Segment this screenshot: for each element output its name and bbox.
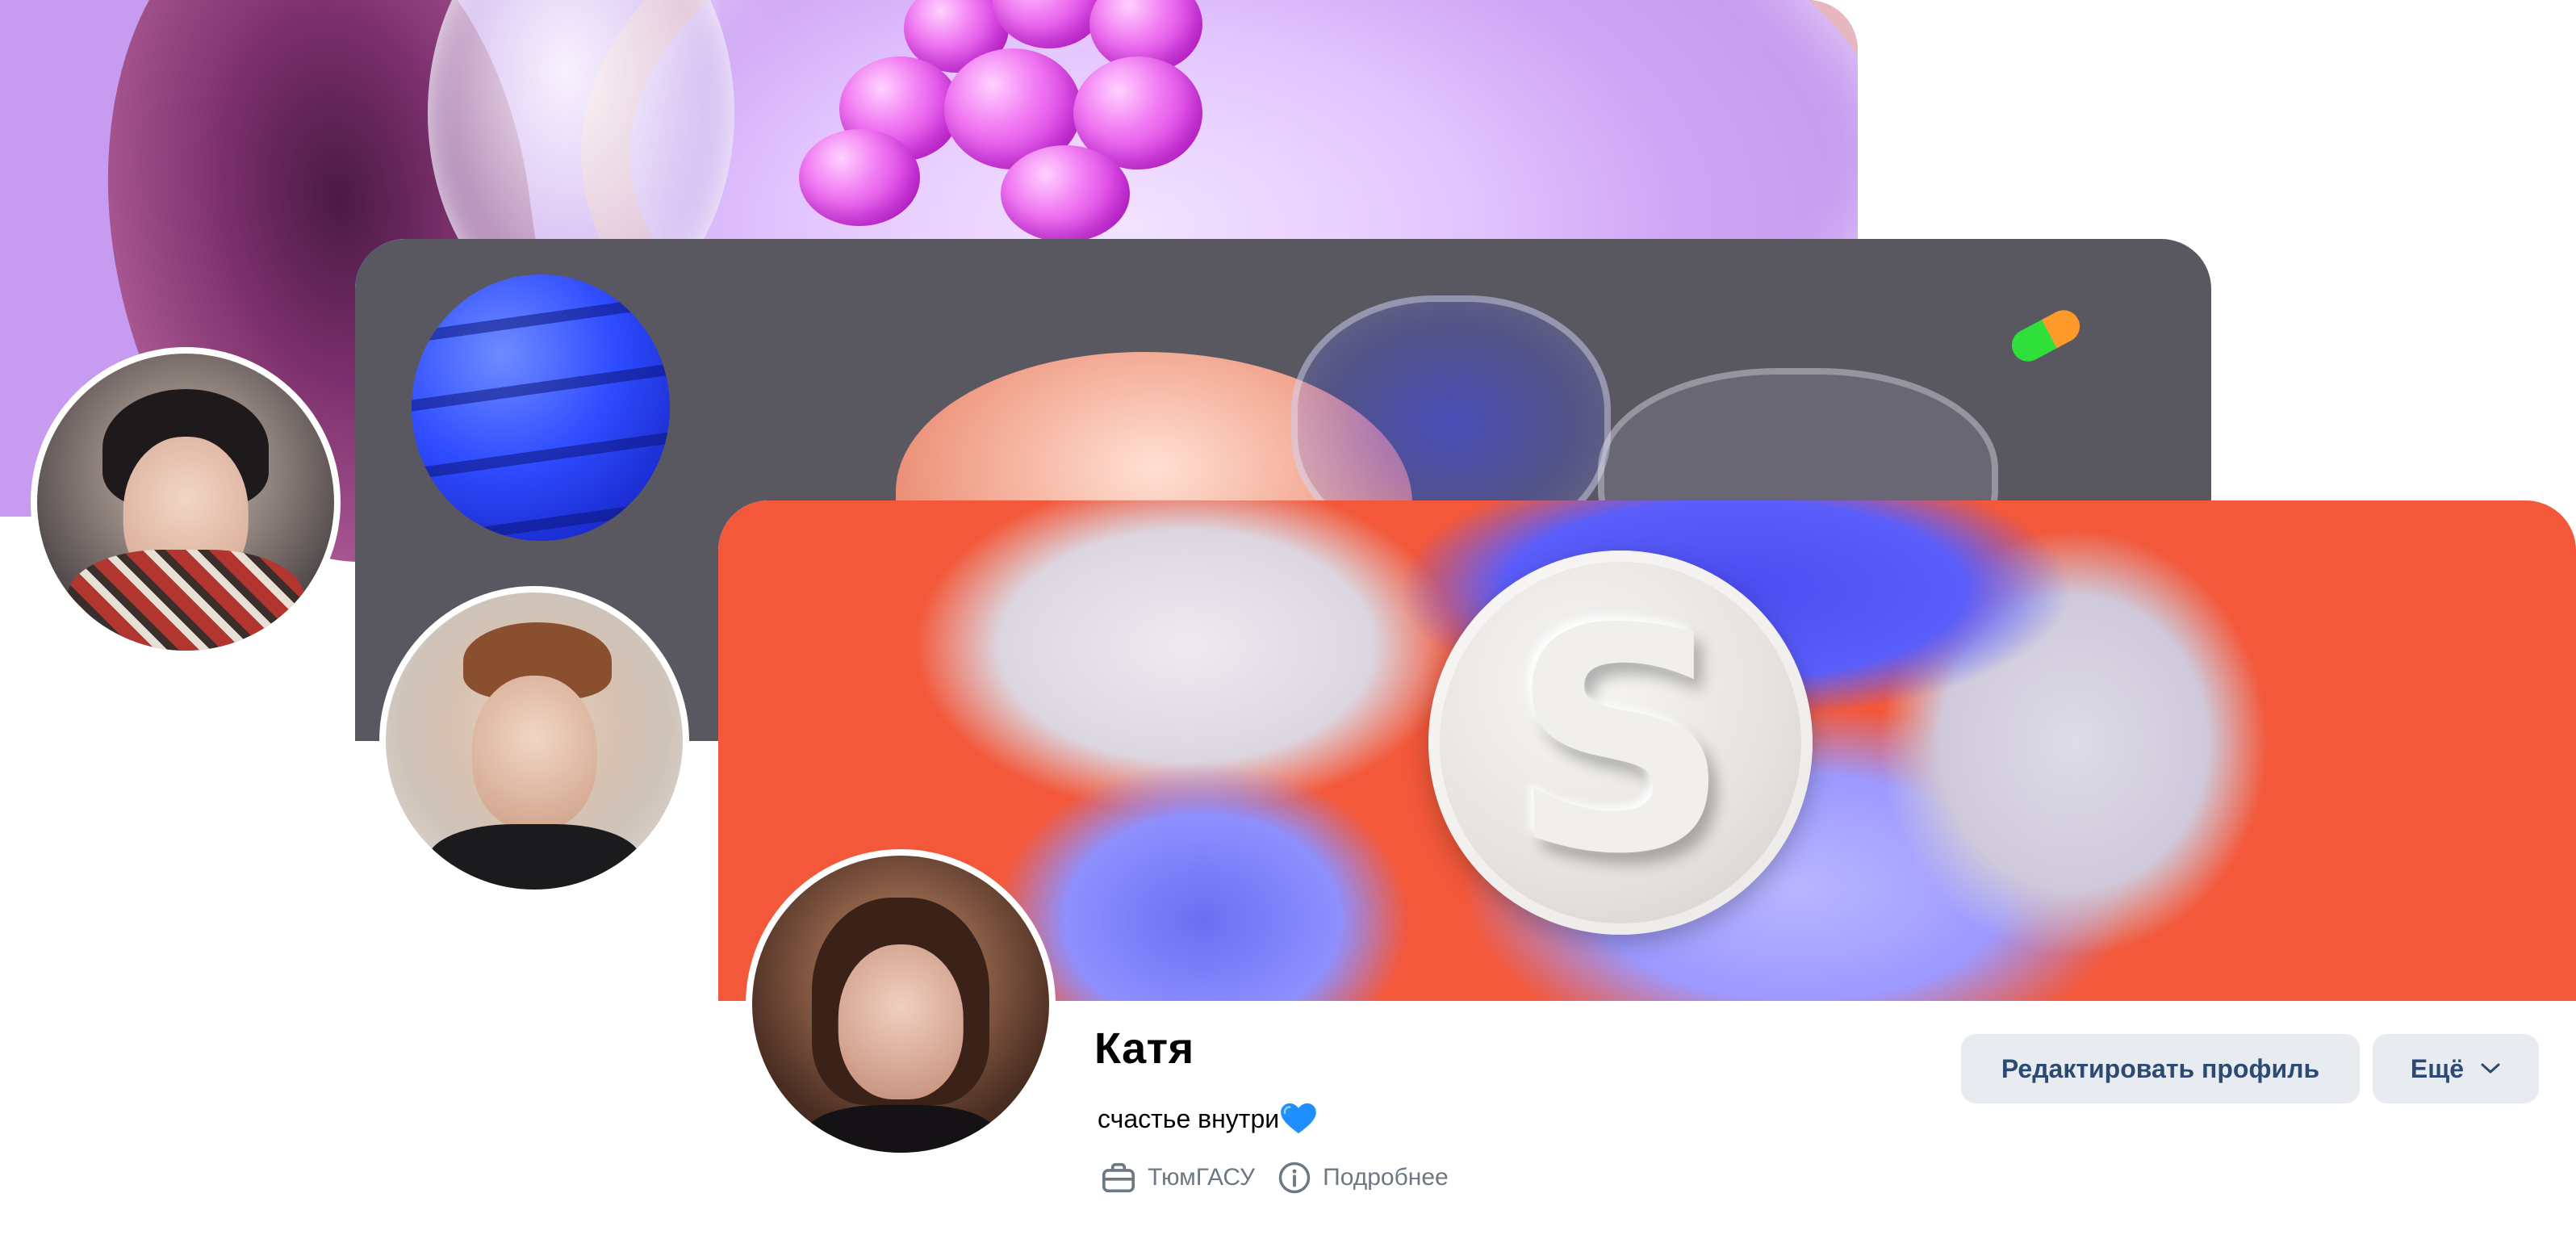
- cover-art-grapes: [791, 0, 1307, 242]
- avatar-middle[interactable]: [379, 586, 689, 896]
- profile-status: счастье внутри: [1098, 1103, 1316, 1135]
- briefcase-icon: [1102, 1162, 1135, 1193]
- chevron-down-icon: [2481, 1063, 2500, 1074]
- edit-profile-button[interactable]: Редактировать профиль: [1961, 1034, 2360, 1103]
- workplace-link[interactable]: ТюмГАСУ: [1101, 1162, 1255, 1194]
- details-link[interactable]: Подробнее: [1278, 1161, 1449, 1195]
- avatar-front[interactable]: [746, 849, 1056, 1159]
- profile-card-front: S: [718, 500, 2576, 1256]
- more-label: Ещё: [2410, 1053, 2465, 1083]
- status-text: счастье внутри: [1098, 1103, 1280, 1133]
- workplace-label: ТюмГАСУ: [1148, 1164, 1256, 1191]
- more-button[interactable]: Ещё: [2373, 1034, 2539, 1103]
- avatar-back[interactable]: [31, 347, 341, 657]
- details-label: Подробнее: [1323, 1164, 1449, 1191]
- cover-art-sphere: [412, 274, 670, 541]
- cover-logo-coin: S: [1428, 551, 1813, 935]
- info-icon: [1278, 1162, 1311, 1194]
- avatar-photo: [752, 856, 1049, 1153]
- profile-meta: ТюмГАСУ Подробнее: [1101, 1161, 1471, 1195]
- avatar-photo: [37, 354, 334, 651]
- cover-art-pill: [2005, 304, 2086, 367]
- blue-heart-icon: [1281, 1103, 1316, 1135]
- profile-name: Катя: [1094, 1024, 1194, 1073]
- avatar-photo: [386, 592, 683, 890]
- cover-logo-letter: S: [1510, 563, 1731, 921]
- stage: S Катя счастье внутри ТюмГАСУ Подробнее …: [0, 0, 2576, 1256]
